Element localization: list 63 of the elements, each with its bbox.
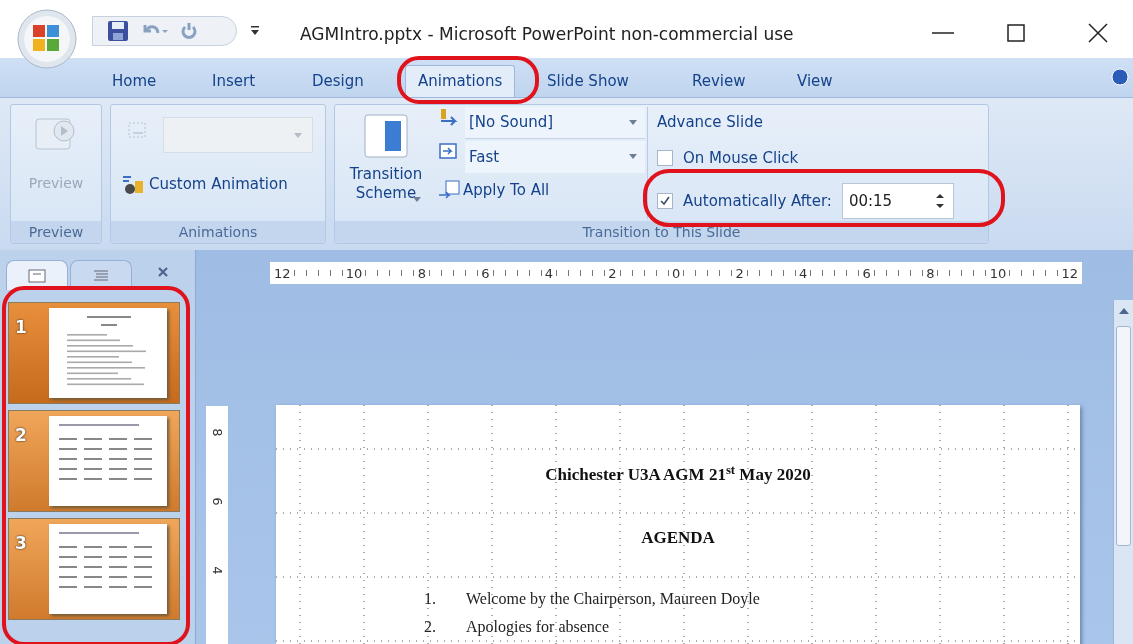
ruler-number: 8 [926,266,935,280]
dropdown-caret-icon[interactable] [413,197,421,202]
ruler-number: 6 [210,497,224,506]
dropdown-caret-icon[interactable] [629,120,637,125]
vertical-scrollbar[interactable] [1113,300,1133,644]
ribbon-tab[interactable]: Slide Show [535,65,641,97]
checkbox[interactable] [657,193,673,209]
apply-to-all-button[interactable]: Apply To All [437,179,550,202]
scrollbar-thumb[interactable] [1116,326,1131,546]
list-number: 1. [424,589,437,609]
ruler-number: 10 [345,266,363,280]
list-item-text: Apologies for absence [466,617,610,637]
transition-scheme-button[interactable]: Transition Scheme [339,109,433,203]
group-label: Transition to This Slide [335,221,988,243]
ribbon-tab[interactable]: Review [680,65,758,97]
outline-icon [92,268,110,283]
slide-icon [28,268,46,283]
ribbon-tab[interactable]: Design [300,65,376,97]
sound-dropdown[interactable]: [No Sound] [465,107,645,139]
save-icon[interactable] [107,20,129,42]
group-label: Preview [11,221,101,243]
ribbon-tab[interactable]: Home [100,65,169,97]
section-title: Advance Slide [657,112,763,133]
ruler-number: 8 [210,428,224,437]
customize-caret-icon[interactable] [250,24,260,36]
ribbon-tab[interactable]: Animations [405,65,516,97]
scroll-up-icon[interactable] [1119,308,1129,314]
ruler-number: 6 [862,266,871,280]
checkbox[interactable] [657,150,673,167]
ruler-number: 8 [417,266,426,280]
list-item-text: Welcome by the Chairperson, Maureen Doyle [466,589,760,609]
slide-title: Chichester U3A AGM 21$^{st}$ May 2020 [544,462,812,486]
ruler-number: 10 [989,266,1007,280]
custom-animation-button[interactable]: Custom Animation [121,173,288,196]
slide-number: 2 [14,424,28,447]
checkbox-label: Automatically After: [683,190,832,212]
ruler-number: 2 [735,266,744,280]
checkmark-icon [659,195,671,207]
ruler-number: 4 [544,266,554,280]
checkbox-label: On Mouse Click [683,148,799,169]
slide-heading: AGENDA [640,527,716,549]
ruler-number: 2 [608,266,617,280]
list-number: 2. [424,617,437,637]
ruler-number: 4 [210,566,224,575]
ruler-number: 6 [481,266,490,280]
ribbon-tab[interactable]: Insert [200,65,268,97]
dropdown-caret-icon[interactable] [629,154,637,159]
time-spinner-field[interactable]: 00:15 [841,183,954,219]
ruler-number: 4 [799,266,808,280]
panel-tab[interactable] [6,260,68,290]
ruler-number: 12 [274,266,291,280]
group-label: Animations [111,221,325,243]
custom-animation-icon [121,173,145,196]
window-title: AGMIntro.pptx - Microsoft PowerPoint non-commercial use [300,23,794,46]
slide-number: 3 [14,532,28,555]
ruler-number: 0 [671,266,681,280]
speed-dropdown[interactable]: Fast [465,141,645,173]
slide-number: 1 [14,316,28,339]
transition-scheme-icon [363,113,409,159]
animation-list-icon [127,121,149,141]
spinner-arrows-icon[interactable] [934,192,945,210]
ruler-number: 12 [1061,266,1079,280]
ribbon-tab[interactable]: View [785,65,845,97]
